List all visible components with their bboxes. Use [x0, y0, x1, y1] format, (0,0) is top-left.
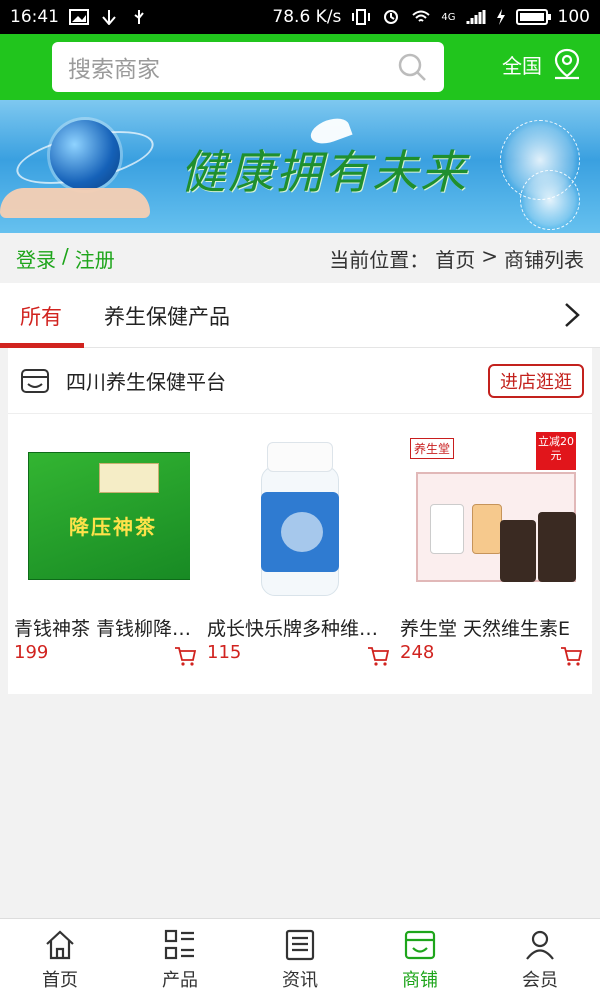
product-list: 降压神茶 青钱神茶 青钱柳降压神茶 199 成长快乐牌多种维生素 115 养生堂… [8, 414, 592, 694]
banner-slogan: 健康拥有未来 [180, 145, 468, 199]
product-price: 248 [400, 642, 435, 663]
shop-name[interactable]: 四川养生保健平台 [66, 366, 226, 395]
search-icon[interactable] [396, 51, 428, 83]
enter-shop-button[interactable]: 进店逛逛 [488, 364, 584, 398]
cart-icon[interactable] [560, 646, 582, 666]
location-pin-icon [554, 48, 580, 80]
cart-icon[interactable] [367, 646, 389, 666]
nav-member[interactable]: 会员 [480, 919, 600, 1000]
image-icon [69, 9, 89, 25]
location-label: 当前位置： [329, 247, 430, 272]
tab-health-products[interactable]: 养生保健产品 [104, 283, 230, 348]
bottle-cap [267, 442, 333, 472]
news-icon [285, 929, 315, 960]
status-bar: 16:41 78.6 K/s 4G 100 [0, 0, 600, 34]
category-tabs: 所有 养生保健产品 [0, 283, 600, 348]
user-icon [526, 930, 554, 960]
charging-icon [496, 9, 505, 25]
product-price: 199 [14, 642, 49, 663]
search-box[interactable]: 搜索商家 [52, 42, 444, 92]
tea-box-label [99, 463, 159, 493]
product-price: 115 [207, 642, 242, 663]
breadcrumb: 登录 / 注册 当前位置： 首页 > 商铺列表 [0, 233, 600, 283]
login-link[interactable]: 登录 [16, 244, 56, 273]
shop-header: 四川养生保健平台 进店逛逛 [8, 348, 592, 414]
store-icon [21, 369, 49, 393]
elephant-graphic [281, 512, 323, 552]
breadcrumb-home[interactable]: 首页 [435, 244, 475, 273]
store-icon [404, 930, 436, 959]
hand-image [0, 188, 150, 218]
breadcrumb-current: 商铺列表 [504, 247, 584, 272]
network-type: 4G [441, 11, 456, 23]
promo-badge: 立减20元 [536, 432, 576, 470]
nav-products[interactable]: 产品 [120, 919, 240, 1000]
tea-box-text: 降压神茶 [69, 515, 157, 539]
vibrate-icon [352, 9, 371, 25]
nav-label: 首页 [42, 969, 78, 991]
login-separator: / [62, 243, 69, 268]
product-name[interactable]: 养生堂 天然维生素E [400, 614, 584, 641]
gift-bottle [430, 504, 464, 554]
usb-icon [134, 10, 144, 24]
product-name[interactable]: 成长快乐牌多种维生素 [207, 614, 391, 641]
bottle-label [261, 492, 339, 572]
nav-home[interactable]: 首页 [0, 919, 120, 1000]
status-time: 16:41 [10, 7, 59, 27]
nav-label: 会员 [522, 969, 558, 991]
grid-list-icon [164, 929, 194, 959]
region-selector[interactable]: 全国 [502, 48, 582, 80]
product-image[interactable] [215, 432, 383, 602]
promo-banner[interactable]: 健康拥有未来 [0, 100, 600, 233]
signal-icon [466, 10, 486, 24]
chevron-right-icon[interactable] [558, 301, 586, 329]
battery-icon [515, 9, 551, 25]
cart-icon[interactable] [174, 646, 196, 666]
register-link[interactable]: 注册 [75, 244, 115, 273]
region-label: 全国 [502, 53, 542, 78]
alarm-icon [384, 10, 399, 24]
tea-box-image: 降压神茶 [28, 452, 190, 580]
usb-share-icon [102, 10, 116, 25]
network-speed: 78.6 K/s [272, 7, 342, 27]
nav-stores[interactable]: 商铺 [360, 919, 480, 1000]
tab-all[interactable]: 所有 [20, 283, 62, 348]
product-card[interactable]: 养生堂 立减20元 养生堂 天然维生素E 248 [400, 414, 582, 694]
product-name[interactable]: 青钱神茶 青钱柳降压神茶 [14, 614, 198, 641]
search-input[interactable]: 搜索商家 [68, 50, 160, 84]
product-image[interactable]: 养生堂 立减20元 [408, 432, 576, 602]
nav-label: 资讯 [282, 969, 318, 991]
product-card[interactable]: 成长快乐牌多种维生素 115 [207, 414, 391, 694]
brand-tag: 养生堂 [410, 438, 455, 459]
product-card[interactable]: 降压神茶 青钱神茶 青钱柳降压神茶 199 [14, 414, 198, 694]
wifi-icon [412, 10, 431, 22]
globe-image [50, 120, 120, 190]
bottom-nav: 首页 产品 资讯 商铺 会员 [0, 918, 600, 1000]
product-image[interactable]: 降压神茶 [22, 432, 190, 602]
dandelion-image [520, 170, 580, 230]
nav-label: 商铺 [402, 969, 438, 991]
home-icon [46, 930, 74, 959]
battery-level: 100 [557, 7, 590, 27]
breadcrumb-arrow: > [481, 243, 498, 268]
gift-bottle [472, 504, 502, 554]
supplement-jar [538, 512, 576, 582]
nav-label: 产品 [162, 969, 198, 991]
shop-card: 四川养生保健平台 进店逛逛 降压神茶 青钱神茶 青钱柳降压神茶 199 成长快乐… [8, 348, 592, 694]
top-header: 搜索商家 全国 [0, 34, 600, 100]
nav-news[interactable]: 资讯 [240, 919, 360, 1000]
supplement-jar [500, 520, 536, 582]
